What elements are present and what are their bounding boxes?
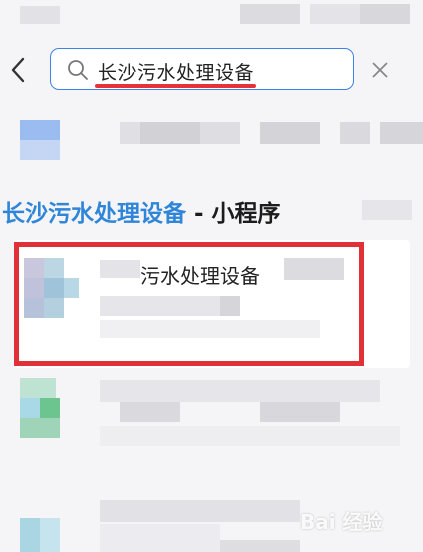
highlight-frame (14, 242, 364, 366)
more-link-blurred[interactable] (362, 200, 412, 220)
section-suffix: - 小程序 (186, 201, 281, 227)
status-bar-blurred (0, 0, 423, 30)
section-keyword: 长沙污水处理设备 (2, 201, 186, 227)
keyword-underline (95, 84, 256, 88)
search-icon (68, 60, 88, 80)
section-title: 长沙污水处理设备 - 小程序 (2, 194, 281, 228)
search-query: 长沙污水处理设备 (98, 62, 255, 84)
watermark: Bai 经验 (300, 510, 383, 534)
chevron-left-icon (11, 57, 25, 83)
close-icon[interactable] (371, 61, 389, 79)
back-button[interactable] (6, 56, 30, 84)
